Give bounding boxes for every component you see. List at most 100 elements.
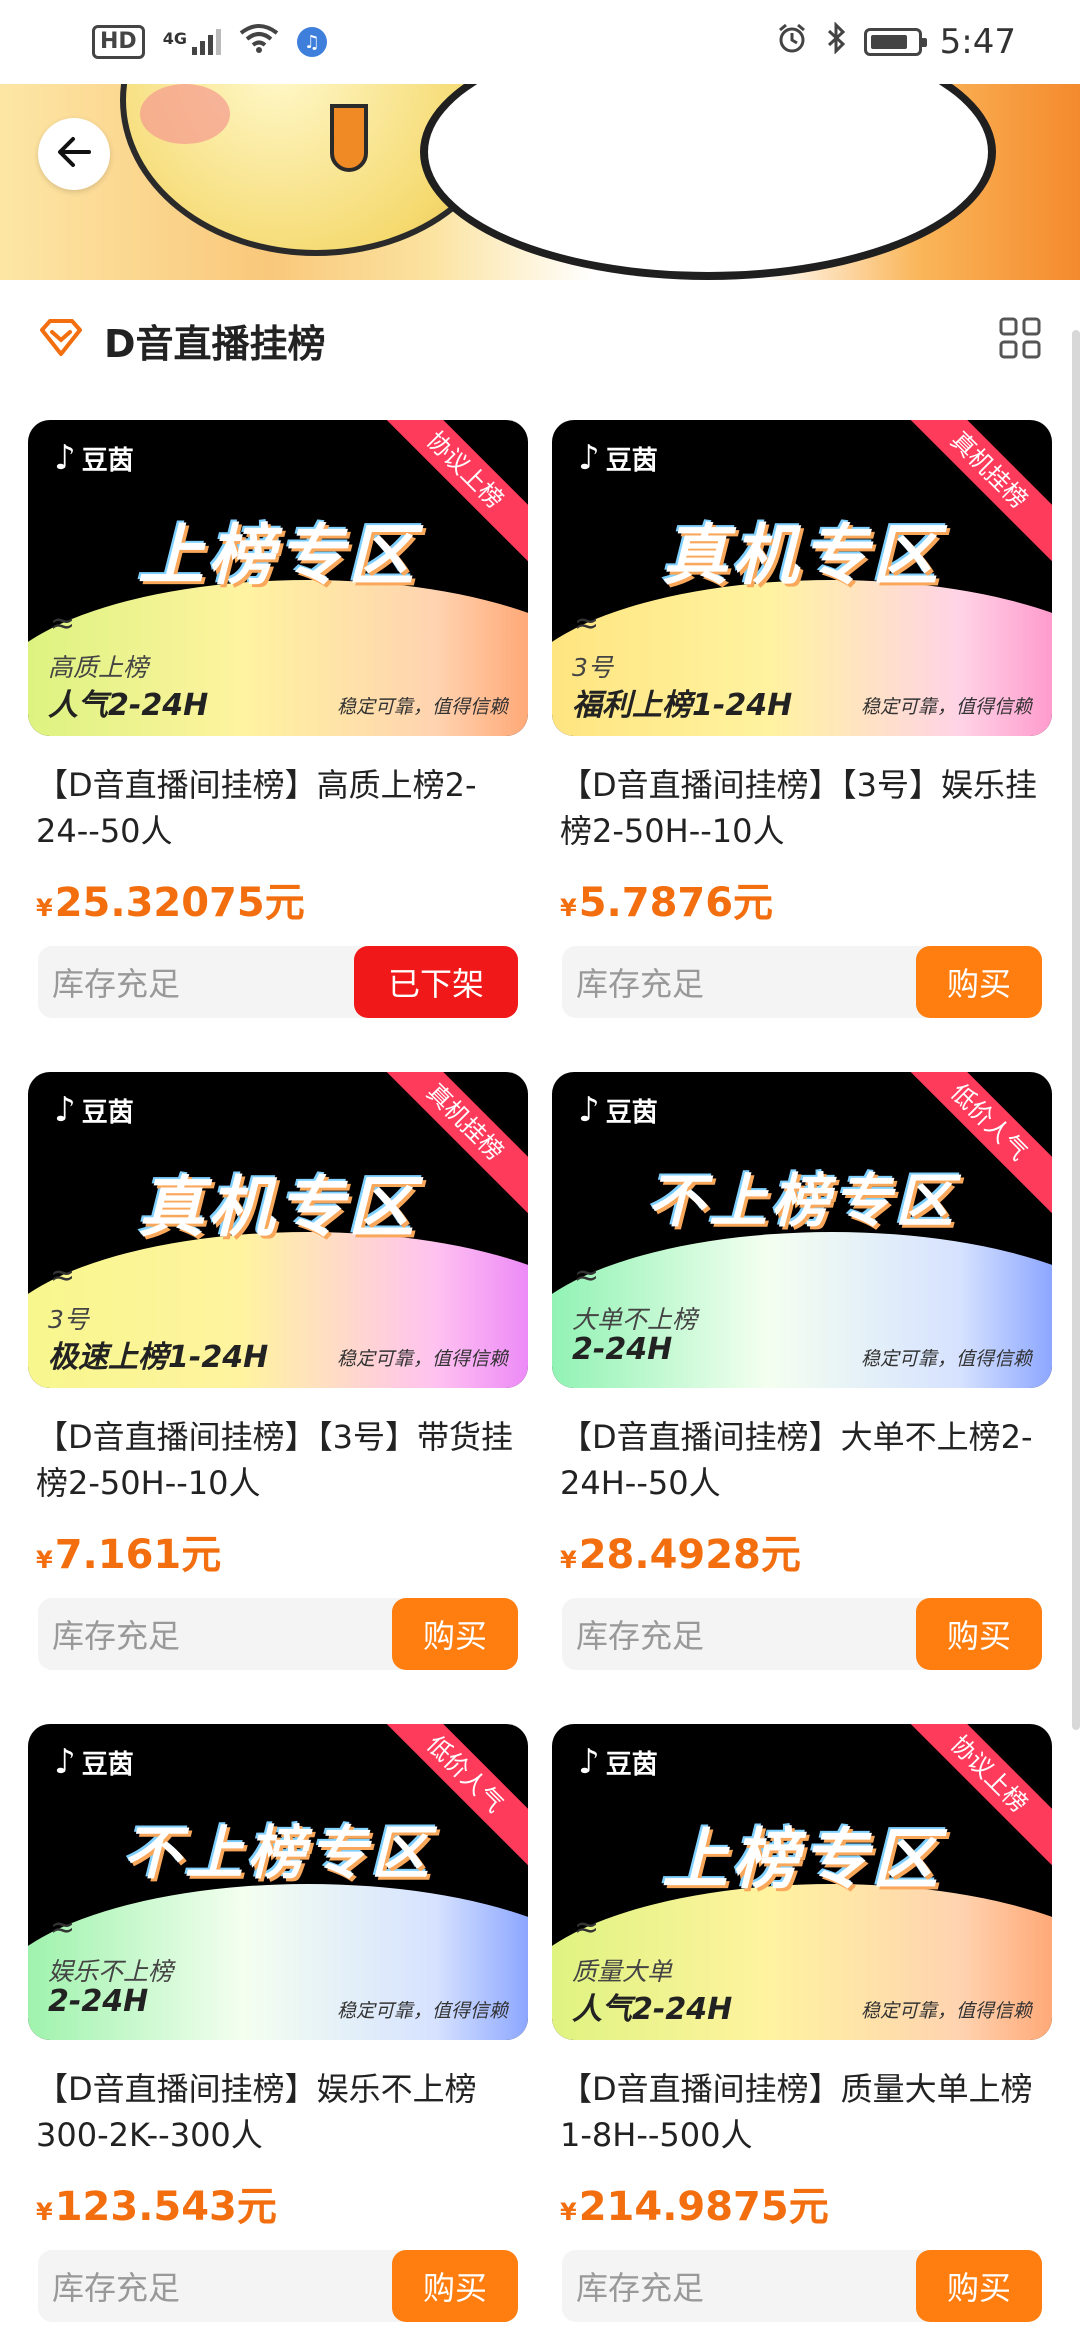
back-button[interactable] — [38, 118, 110, 190]
brand-logo: ♪ 豆茵 — [578, 1090, 658, 1130]
product-thumbnail[interactable]: ♪ 豆茵 真机挂榜 真机专区 ≈ 3号 福利上榜1-24H 稳定可靠，值得信赖 — [552, 420, 1052, 736]
scrollbar[interactable] — [1072, 330, 1080, 1730]
status-right: 5:47 — [776, 21, 1016, 62]
thumb-slogan: 稳定可靠，值得信赖 — [336, 1348, 508, 1370]
zone-title: 不上榜专区 — [646, 1167, 957, 1235]
thumb-slogan: 稳定可靠，值得信赖 — [860, 2000, 1032, 2022]
hero-banner — [0, 84, 1080, 280]
product-card[interactable]: ♪ 豆茵 真机挂榜 真机专区 ≈ 3号 福利上榜1-24H 稳定可靠，值得信赖 【… — [552, 420, 1052, 1018]
section-header: D音直播挂榜 — [0, 280, 1080, 400]
clock: 5:47 — [939, 22, 1016, 62]
approx-icon: ≈ — [50, 1258, 76, 1293]
music-note-icon: ♪ — [54, 1742, 76, 1782]
approx-icon: ≈ — [574, 606, 600, 641]
product-card[interactable]: ♪ 豆茵 协议上榜 上榜专区 ≈ 质量大单 人气2-24H 稳定可靠，值得信赖 【… — [552, 1724, 1052, 2322]
thumb-subtitle: 娱乐不上榜 — [48, 1957, 174, 1986]
hd-icon: HD — [92, 25, 145, 59]
product-name[interactable]: 【D音直播间挂榜】【3号】娱乐挂榜2-50H--10人 — [552, 762, 1052, 858]
signal-4g-icon: 4G — [163, 29, 221, 55]
zone-title: 真机专区 — [662, 517, 942, 594]
back-arrow-icon — [55, 133, 93, 175]
product-name[interactable]: 【D音直播间挂榜】质量大单上榜1-8H--500人 — [552, 2066, 1052, 2162]
music-note-icon: ♪ — [578, 1742, 600, 1782]
purchase-bar: 库存充足 购买 — [562, 946, 1042, 1018]
diamond-icon — [38, 318, 84, 362]
buy-button[interactable]: 购买 — [916, 2250, 1042, 2322]
approx-icon: ≈ — [574, 1258, 600, 1293]
music-note-icon: ♪ — [578, 438, 600, 478]
buy-button[interactable]: 购买 — [916, 1598, 1042, 1670]
brand-logo: ♪ 豆茵 — [54, 1090, 134, 1130]
buy-button[interactable]: 购买 — [392, 2250, 518, 2322]
stock-status: 库存充足 — [576, 1617, 705, 1655]
stock-status: 库存充足 — [576, 965, 705, 1003]
buy-button[interactable]: 购买 — [916, 946, 1042, 1018]
thumb-subtitle: 3号 — [48, 1305, 89, 1334]
music-note-icon: ♪ — [578, 1090, 600, 1130]
music-app-icon: ♫ — [296, 27, 327, 57]
banner-speech-bubble — [420, 84, 996, 280]
music-note-icon: ♪ — [54, 438, 76, 478]
wifi-icon — [239, 23, 279, 61]
product-thumbnail[interactable]: ♪ 豆茵 协议上榜 上榜专区 ≈ 高质上榜 人气2-24H 稳定可靠，值得信赖 — [28, 420, 528, 736]
product-thumbnail[interactable]: ♪ 豆茵 真机挂榜 真机专区 ≈ 3号 极速上榜1-24H 稳定可靠，值得信赖 — [28, 1072, 528, 1388]
product-card[interactable]: ♪ 豆茵 真机挂榜 真机专区 ≈ 3号 极速上榜1-24H 稳定可靠，值得信赖 【… — [28, 1072, 528, 1670]
thumb-slogan: 稳定可靠，值得信赖 — [336, 2000, 508, 2022]
buy-button[interactable]: 购买 — [392, 1598, 518, 1670]
delisted-button[interactable]: 已下架 — [354, 946, 518, 1018]
product-name[interactable]: 【D音直播间挂榜】大单不上榜2-24H--50人 — [552, 1414, 1052, 1510]
brand-logo: ♪ 豆茵 — [578, 1742, 658, 1782]
thumb-main-text: 人气2-24H — [572, 1992, 733, 2027]
product-name[interactable]: 【D音直播间挂榜】娱乐不上榜300-2K--300人 — [28, 2066, 528, 2162]
purchase-bar: 库存充足 购买 — [562, 1598, 1042, 1670]
product-price: ¥28.4928元 — [560, 1532, 801, 1578]
thumb-main-text: 人气2-24H — [48, 688, 209, 723]
thumb-subtitle: 大单不上榜 — [572, 1305, 698, 1334]
section-title: D音直播挂榜 — [104, 321, 326, 366]
bluetooth-icon — [826, 21, 846, 62]
purchase-bar: 库存充足 购买 — [562, 2250, 1042, 2322]
approx-icon: ≈ — [50, 1910, 76, 1945]
product-price: ¥25.32075元 — [36, 880, 305, 926]
approx-icon: ≈ — [50, 606, 76, 641]
network-label: 4G — [162, 29, 187, 48]
thumb-main-text: 极速上榜1-24H — [48, 1340, 269, 1375]
product-card[interactable]: ♪ 豆茵 协议上榜 上榜专区 ≈ 高质上榜 人气2-24H 稳定可靠，值得信赖 【… — [28, 420, 528, 1018]
approx-icon: ≈ — [574, 1910, 600, 1945]
zone-title: 真机专区 — [138, 1169, 418, 1246]
currency-symbol: ¥ — [560, 2198, 577, 2226]
thumb-slogan: 稳定可靠，值得信赖 — [336, 696, 508, 718]
grid-view-icon[interactable] — [998, 316, 1042, 364]
zone-title: 不上榜专区 — [122, 1819, 433, 1887]
purchase-bar: 库存充足 购买 — [38, 2250, 518, 2322]
zone-title: 上榜专区 — [138, 517, 418, 594]
currency-symbol: ¥ — [560, 894, 577, 922]
purchase-bar: 库存充足 已下架 — [38, 946, 518, 1018]
product-thumbnail[interactable]: ♪ 豆茵 协议上榜 上榜专区 ≈ 质量大单 人气2-24H 稳定可靠，值得信赖 — [552, 1724, 1052, 2040]
thumb-subtitle: 3号 — [572, 653, 613, 682]
thumb-slogan: 稳定可靠，值得信赖 — [860, 696, 1032, 718]
product-thumbnail[interactable]: ♪ 豆茵 低价人气 不上榜专区 ≈ 大单不上榜 2-24H 稳定可靠，值得信赖 — [552, 1072, 1052, 1388]
stock-status: 库存充足 — [52, 2269, 181, 2307]
currency-symbol: ¥ — [36, 2198, 53, 2226]
product-price: ¥5.7876元 — [560, 880, 774, 926]
product-card[interactable]: ♪ 豆茵 低价人气 不上榜专区 ≈ 大单不上榜 2-24H 稳定可靠，值得信赖 【… — [552, 1072, 1052, 1670]
currency-symbol: ¥ — [36, 894, 53, 922]
alarm-icon — [776, 22, 808, 62]
product-name[interactable]: 【D音直播间挂榜】【3号】带货挂榜2-50H--10人 — [28, 1414, 528, 1510]
thumb-subtitle: 质量大单 — [572, 1957, 673, 1986]
product-card[interactable]: ♪ 豆茵 低价人气 不上榜专区 ≈ 娱乐不上榜 2-24H 稳定可靠，值得信赖 【… — [28, 1724, 528, 2322]
brand-logo: ♪ 豆茵 — [54, 1742, 134, 1782]
music-note-icon: ♪ — [54, 1090, 76, 1130]
currency-symbol: ¥ — [560, 1546, 577, 1574]
brand-logo: ♪ 豆茵 — [54, 438, 134, 478]
thumb-main-text: 2-24H — [572, 1332, 673, 1367]
product-name[interactable]: 【D音直播间挂榜】高质上榜2-24--50人 — [28, 762, 528, 858]
status-bar: HD 4G ♫ 5:47 — [0, 0, 1080, 84]
stock-status: 库存充足 — [52, 965, 181, 1003]
stock-status: 库存充足 — [576, 2269, 705, 2307]
product-thumbnail[interactable]: ♪ 豆茵 低价人气 不上榜专区 ≈ 娱乐不上榜 2-24H 稳定可靠，值得信赖 — [28, 1724, 528, 2040]
stock-status: 库存充足 — [52, 1617, 181, 1655]
thumb-slogan: 稳定可靠，值得信赖 — [860, 1348, 1032, 1370]
thumb-main-text: 福利上榜1-24H — [572, 688, 793, 723]
